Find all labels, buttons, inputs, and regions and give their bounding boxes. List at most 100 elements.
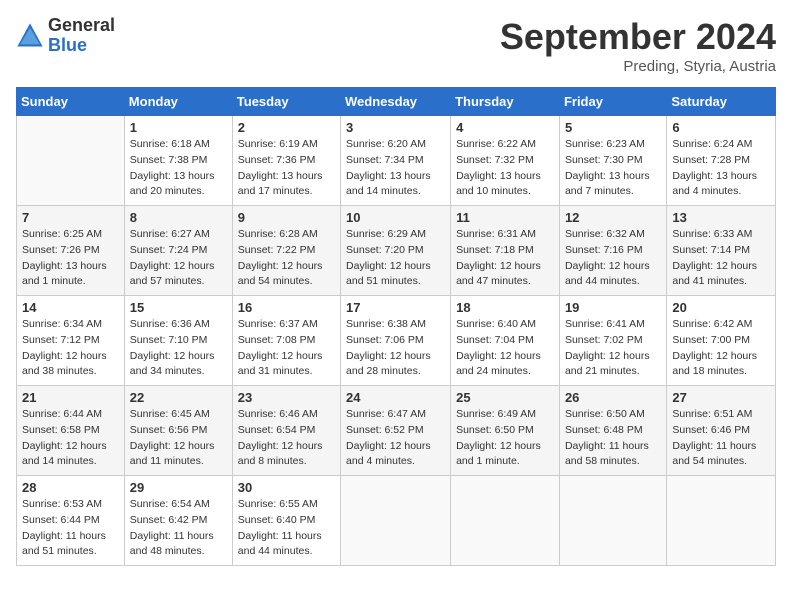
day-info: Sunrise: 6:47 AMSunset: 6:52 PMDaylight:… <box>346 407 445 470</box>
header: General Blue September 2024 Preding, Sty… <box>16 16 776 75</box>
calendar-day-cell: 5 Sunrise: 6:23 AMSunset: 7:30 PMDaylight… <box>559 116 666 206</box>
day-info: Sunrise: 6:27 AMSunset: 7:24 PMDaylight:… <box>130 227 227 290</box>
calendar-day-cell <box>451 476 560 566</box>
day-number: 22 <box>130 390 227 405</box>
day-info: Sunrise: 6:54 AMSunset: 6:42 PMDaylight:… <box>130 497 227 560</box>
logo-text: General Blue <box>48 16 115 56</box>
calendar-day-cell: 2 Sunrise: 6:19 AMSunset: 7:36 PMDaylight… <box>232 116 340 206</box>
day-info: Sunrise: 6:28 AMSunset: 7:22 PMDaylight:… <box>238 227 335 290</box>
calendar-header-wednesday: Wednesday <box>341 88 451 116</box>
calendar-header-friday: Friday <box>559 88 666 116</box>
calendar-day-cell: 13Sunrise: 6:33 AMSunset: 7:14 PMDayligh… <box>667 206 776 296</box>
day-info: Sunrise: 6:29 AMSunset: 7:20 PMDaylight:… <box>346 227 445 290</box>
calendar-week-row: 7Sunrise: 6:25 AMSunset: 7:26 PMDaylight… <box>17 206 776 296</box>
calendar-week-row: 1 Sunrise: 6:18 AMSunset: 7:38 PMDaylight… <box>17 116 776 206</box>
calendar-week-row: 21 Sunrise: 6:44 AMSunset: 6:58 PMDayligh… <box>17 386 776 476</box>
day-number: 3 <box>346 120 445 135</box>
calendar-week-row: 28Sunrise: 6:53 AMSunset: 6:44 PMDayligh… <box>17 476 776 566</box>
day-info: Sunrise: 6:34 AMSunset: 7:12 PMDaylight:… <box>22 317 119 380</box>
day-number: 18 <box>456 300 554 315</box>
day-info: Sunrise: 6:44 AMSunset: 6:58 PMDaylight:… <box>22 407 119 470</box>
logo-icon <box>16 22 44 50</box>
calendar-day-cell: 17 Sunrise: 6:38 AMSunset: 7:06 PMDayligh… <box>341 296 451 386</box>
calendar-day-cell: 27 Sunrise: 6:51 AMSunset: 6:46 PMDayligh… <box>667 386 776 476</box>
calendar-day-cell: 18 Sunrise: 6:40 AMSunset: 7:04 PMDayligh… <box>451 296 560 386</box>
day-number: 17 <box>346 300 445 315</box>
day-number: 27 <box>672 390 770 405</box>
day-info: Sunrise: 6:22 AMSunset: 7:32 PMDaylight:… <box>456 137 554 200</box>
calendar-header-tuesday: Tuesday <box>232 88 340 116</box>
day-info: Sunrise: 6:50 AMSunset: 6:48 PMDaylight:… <box>565 407 661 470</box>
calendar-day-cell: 20Sunrise: 6:42 AMSunset: 7:00 PMDayligh… <box>667 296 776 386</box>
calendar-day-cell: 21 Sunrise: 6:44 AMSunset: 6:58 PMDayligh… <box>17 386 125 476</box>
day-info: Sunrise: 6:18 AMSunset: 7:38 PMDaylight:… <box>130 137 227 200</box>
logo: General Blue <box>16 16 115 56</box>
day-number: 23 <box>238 390 335 405</box>
calendar-day-cell: 14Sunrise: 6:34 AMSunset: 7:12 PMDayligh… <box>17 296 125 386</box>
calendar-day-cell: 15Sunrise: 6:36 AMSunset: 7:10 PMDayligh… <box>124 296 232 386</box>
day-number: 16 <box>238 300 335 315</box>
day-number: 26 <box>565 390 661 405</box>
day-number: 5 <box>565 120 661 135</box>
day-number: 6 <box>672 120 770 135</box>
day-number: 28 <box>22 480 119 495</box>
day-number: 11 <box>456 210 554 225</box>
day-number: 1 <box>130 120 227 135</box>
day-number: 30 <box>238 480 335 495</box>
calendar-day-cell: 26 Sunrise: 6:50 AMSunset: 6:48 PMDayligh… <box>559 386 666 476</box>
day-number: 24 <box>346 390 445 405</box>
day-info: Sunrise: 6:49 AMSunset: 6:50 PMDaylight:… <box>456 407 554 470</box>
calendar-week-row: 14Sunrise: 6:34 AMSunset: 7:12 PMDayligh… <box>17 296 776 386</box>
day-info: Sunrise: 6:55 AMSunset: 6:40 PMDaylight:… <box>238 497 335 560</box>
calendar-day-cell <box>667 476 776 566</box>
calendar-day-cell: 9 Sunrise: 6:28 AMSunset: 7:22 PMDaylight… <box>232 206 340 296</box>
calendar-day-cell: 3 Sunrise: 6:20 AMSunset: 7:34 PMDaylight… <box>341 116 451 206</box>
calendar-day-cell: 7Sunrise: 6:25 AMSunset: 7:26 PMDaylight… <box>17 206 125 296</box>
calendar-day-cell <box>341 476 451 566</box>
calendar-header-saturday: Saturday <box>667 88 776 116</box>
day-number: 2 <box>238 120 335 135</box>
calendar-table: SundayMondayTuesdayWednesdayThursdayFrid… <box>16 87 776 566</box>
location-title: Preding, Styria, Austria <box>500 58 776 75</box>
day-info: Sunrise: 6:33 AMSunset: 7:14 PMDaylight:… <box>672 227 770 290</box>
calendar-day-cell: 12 Sunrise: 6:32 AMSunset: 7:16 PMDayligh… <box>559 206 666 296</box>
calendar-day-cell: 10 Sunrise: 6:29 AMSunset: 7:20 PMDayligh… <box>341 206 451 296</box>
calendar-day-cell: 25Sunrise: 6:49 AMSunset: 6:50 PMDayligh… <box>451 386 560 476</box>
day-info: Sunrise: 6:51 AMSunset: 6:46 PMDaylight:… <box>672 407 770 470</box>
calendar-day-cell: 4Sunrise: 6:22 AMSunset: 7:32 PMDaylight… <box>451 116 560 206</box>
day-info: Sunrise: 6:24 AMSunset: 7:28 PMDaylight:… <box>672 137 770 200</box>
day-number: 8 <box>130 210 227 225</box>
day-info: Sunrise: 6:37 AMSunset: 7:08 PMDaylight:… <box>238 317 335 380</box>
calendar-day-cell: 30 Sunrise: 6:55 AMSunset: 6:40 PMDayligh… <box>232 476 340 566</box>
month-title: September 2024 <box>500 16 776 58</box>
day-info: Sunrise: 6:32 AMSunset: 7:16 PMDaylight:… <box>565 227 661 290</box>
day-number: 7 <box>22 210 119 225</box>
day-info: Sunrise: 6:40 AMSunset: 7:04 PMDaylight:… <box>456 317 554 380</box>
calendar-day-cell: 24 Sunrise: 6:47 AMSunset: 6:52 PMDayligh… <box>341 386 451 476</box>
calendar-header-row: SundayMondayTuesdayWednesdayThursdayFrid… <box>17 88 776 116</box>
calendar-header-sunday: Sunday <box>17 88 125 116</box>
day-info: Sunrise: 6:23 AMSunset: 7:30 PMDaylight:… <box>565 137 661 200</box>
title-area: September 2024 Preding, Styria, Austria <box>500 16 776 75</box>
logo-blue-text: Blue <box>48 36 115 56</box>
day-number: 9 <box>238 210 335 225</box>
calendar-header-monday: Monday <box>124 88 232 116</box>
calendar-day-cell: 29Sunrise: 6:54 AMSunset: 6:42 PMDayligh… <box>124 476 232 566</box>
day-number: 12 <box>565 210 661 225</box>
calendar-day-cell <box>17 116 125 206</box>
day-number: 10 <box>346 210 445 225</box>
calendar-day-cell <box>559 476 666 566</box>
calendar-day-cell: 19Sunrise: 6:41 AMSunset: 7:02 PMDayligh… <box>559 296 666 386</box>
calendar-day-cell: 1 Sunrise: 6:18 AMSunset: 7:38 PMDaylight… <box>124 116 232 206</box>
day-info: Sunrise: 6:19 AMSunset: 7:36 PMDaylight:… <box>238 137 335 200</box>
day-number: 15 <box>130 300 227 315</box>
calendar-header-thursday: Thursday <box>451 88 560 116</box>
calendar-day-cell: 23Sunrise: 6:46 AMSunset: 6:54 PMDayligh… <box>232 386 340 476</box>
day-info: Sunrise: 6:38 AMSunset: 7:06 PMDaylight:… <box>346 317 445 380</box>
logo-general-text: General <box>48 16 115 36</box>
day-number: 21 <box>22 390 119 405</box>
day-info: Sunrise: 6:31 AMSunset: 7:18 PMDaylight:… <box>456 227 554 290</box>
day-info: Sunrise: 6:20 AMSunset: 7:34 PMDaylight:… <box>346 137 445 200</box>
calendar-day-cell: 28Sunrise: 6:53 AMSunset: 6:44 PMDayligh… <box>17 476 125 566</box>
calendar-day-cell: 22Sunrise: 6:45 AMSunset: 6:56 PMDayligh… <box>124 386 232 476</box>
